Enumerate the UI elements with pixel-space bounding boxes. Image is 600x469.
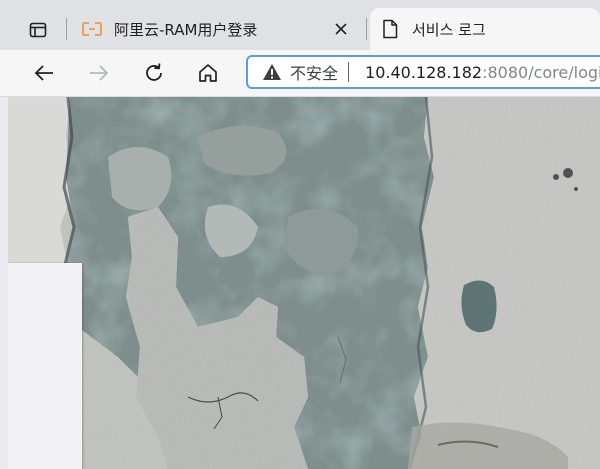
tab-separator (366, 18, 367, 40)
white-paper-panel (8, 263, 82, 469)
url-host: 10.40.128.182 (365, 62, 483, 82)
tab-aliyun-ram-login[interactable]: 阿里云-RAM用户登录 (72, 8, 362, 50)
close-icon[interactable] (330, 18, 352, 40)
browser-toolbar: 不安全 10.40.128.182:8080/core/login (0, 50, 600, 97)
back-arrow-icon[interactable] (30, 59, 58, 87)
aliyun-icon (80, 17, 104, 41)
browser-window: 阿里云-RAM用户登录 서비스 로그 不安全 10.40.128.182:808… (0, 0, 600, 469)
home-icon[interactable] (194, 59, 222, 87)
tab-title: 阿里云-RAM用户登录 (114, 20, 258, 39)
background-image (8, 97, 600, 469)
address-divider (348, 62, 350, 82)
address-bar[interactable]: 不安全 10.40.128.182:8080/core/login (246, 55, 600, 89)
warning-icon[interactable] (262, 62, 282, 82)
forward-arrow-icon[interactable] (85, 59, 113, 87)
tab-actions-icon[interactable] (26, 18, 50, 42)
url-path: :8080/core/login (482, 62, 600, 82)
document-icon (378, 17, 402, 41)
url-text[interactable]: 10.40.128.182:8080/core/login (365, 63, 600, 82)
security-status-label[interactable]: 不安全 (290, 60, 338, 84)
tab-title: 서비스 로그 (412, 20, 486, 39)
tab-service-log[interactable]: 서비스 로그 (370, 8, 600, 50)
tab-strip: 阿里云-RAM用户登录 서비스 로그 (0, 0, 600, 50)
page-content (8, 97, 600, 469)
reload-icon[interactable] (140, 59, 168, 87)
tab-separator (66, 18, 67, 40)
